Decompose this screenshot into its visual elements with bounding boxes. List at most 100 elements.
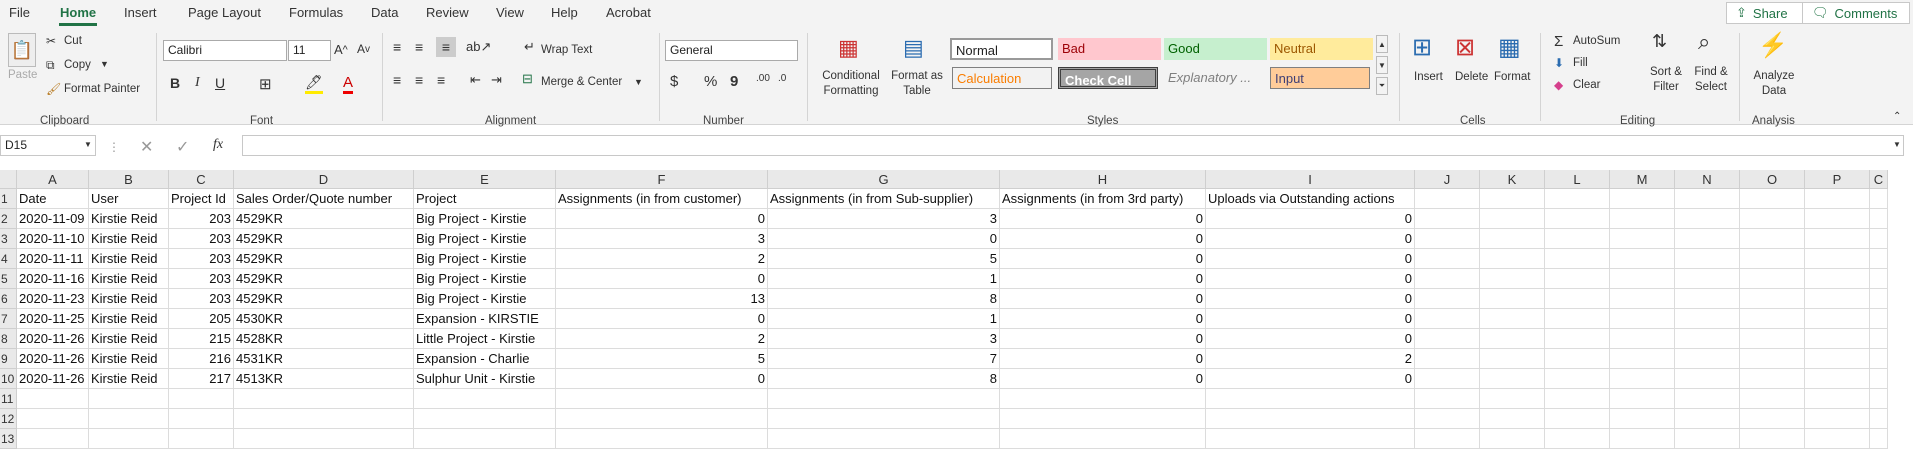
number-format-dropdown[interactable]: General (665, 40, 798, 61)
table-cell[interactable]: 0 (768, 229, 1000, 249)
table-cell[interactable]: 2020-11-26 (17, 349, 89, 369)
column-header[interactable]: F (556, 170, 768, 189)
empty-cell[interactable] (1870, 209, 1888, 229)
tab-review[interactable]: Review (426, 5, 469, 20)
empty-cell[interactable] (1545, 329, 1610, 349)
empty-cell[interactable] (1480, 209, 1545, 229)
paste-button[interactable]: Paste (8, 69, 37, 81)
empty-cell[interactable] (1545, 209, 1610, 229)
table-cell[interactable]: Big Project - Kirstie (414, 229, 556, 249)
empty-cell[interactable] (1610, 389, 1675, 409)
tab-home[interactable]: Home (60, 5, 96, 20)
table-cell[interactable]: 0 (1206, 369, 1415, 389)
table-cell[interactable]: 215 (169, 329, 234, 349)
empty-cell[interactable] (17, 409, 89, 429)
empty-cell[interactable] (1415, 189, 1480, 209)
font-name-dropdown[interactable]: Calibri (163, 40, 287, 61)
empty-cell[interactable] (1480, 249, 1545, 269)
table-cell[interactable]: 205 (169, 309, 234, 329)
select-all-corner[interactable] (0, 170, 17, 189)
table-cell[interactable]: 217 (169, 369, 234, 389)
table-cell[interactable]: 0 (1000, 209, 1206, 229)
empty-cell[interactable] (1480, 269, 1545, 289)
empty-cell[interactable] (556, 389, 768, 409)
empty-cell[interactable] (1545, 429, 1610, 449)
table-cell[interactable]: 4528KR (234, 329, 414, 349)
cancel-icon[interactable]: ✕ (140, 137, 153, 157)
empty-cell[interactable] (1675, 429, 1740, 449)
style-bad[interactable]: Bad (1058, 38, 1161, 60)
row-header[interactable]: 6 (0, 289, 17, 309)
empty-cell[interactable] (1545, 349, 1610, 369)
empty-cell[interactable] (1805, 369, 1870, 389)
format-button[interactable]: Format (1494, 71, 1530, 83)
empty-cell[interactable] (1480, 429, 1545, 449)
paste-icon[interactable]: 📋 (8, 33, 36, 67)
empty-cell[interactable] (1870, 189, 1888, 209)
decrease-indent-icon[interactable]: ⇤ (470, 72, 481, 88)
empty-cell[interactable] (234, 389, 414, 409)
bold-button[interactable]: B (170, 75, 180, 91)
empty-cell[interactable] (1675, 309, 1740, 329)
table-cell[interactable]: 4530KR (234, 309, 414, 329)
empty-cell[interactable] (234, 409, 414, 429)
table-cell[interactable]: 2 (556, 249, 768, 269)
column-header[interactable]: E (414, 170, 556, 189)
share-button[interactable]: ⇪ Share (1726, 2, 1809, 24)
table-cell[interactable]: Big Project - Kirstie (414, 289, 556, 309)
style-good[interactable]: Good (1164, 38, 1267, 60)
table-cell[interactable]: 3 (768, 329, 1000, 349)
empty-cell[interactable] (1870, 229, 1888, 249)
tab-formulas[interactable]: Formulas (289, 5, 343, 20)
empty-cell[interactable] (1610, 289, 1675, 309)
style-check-cell[interactable]: Check Cell (1058, 67, 1158, 89)
table-cell[interactable]: 0 (1000, 249, 1206, 269)
empty-cell[interactable] (1870, 389, 1888, 409)
column-header[interactable]: J (1415, 170, 1480, 189)
column-header[interactable]: G (768, 170, 1000, 189)
empty-cell[interactable] (1740, 329, 1805, 349)
table-cell[interactable]: 2 (556, 329, 768, 349)
row-header[interactable]: 7 (0, 309, 17, 329)
chevron-down-icon[interactable]: ▼ (1893, 140, 1901, 149)
name-box[interactable]: D15 (0, 135, 96, 156)
empty-cell[interactable] (1610, 189, 1675, 209)
column-header[interactable]: K (1480, 170, 1545, 189)
empty-cell[interactable] (1805, 309, 1870, 329)
empty-cell[interactable] (1480, 309, 1545, 329)
align-bottom-icon[interactable]: ≡ (436, 37, 456, 57)
analyze-data-button[interactable]: Analyze Data (1752, 69, 1796, 99)
table-cell[interactable]: 0 (1000, 269, 1206, 289)
row-header[interactable]: 11 (0, 389, 17, 409)
empty-cell[interactable] (1740, 269, 1805, 289)
table-cell[interactable]: Kirstie Reid (89, 329, 169, 349)
table-cell[interactable]: 5 (768, 249, 1000, 269)
empty-cell[interactable] (1740, 369, 1805, 389)
table-cell[interactable]: Expansion - KIRSTIE (414, 309, 556, 329)
empty-cell[interactable] (1740, 249, 1805, 269)
table-cell[interactable]: 5 (556, 349, 768, 369)
empty-cell[interactable] (1480, 329, 1545, 349)
table-cell[interactable]: 2020-11-23 (17, 289, 89, 309)
row-header[interactable]: 5 (0, 269, 17, 289)
empty-cell[interactable] (1870, 269, 1888, 289)
table-cell[interactable]: Little Project - Kirstie (414, 329, 556, 349)
empty-cell[interactable] (1740, 209, 1805, 229)
table-cell[interactable]: 203 (169, 289, 234, 309)
tab-acrobat[interactable]: Acrobat (606, 5, 651, 20)
empty-cell[interactable] (768, 389, 1000, 409)
empty-cell[interactable] (1805, 389, 1870, 409)
table-cell[interactable]: Kirstie Reid (89, 229, 169, 249)
table-cell[interactable]: Expansion - Charlie (414, 349, 556, 369)
empty-cell[interactable] (1675, 369, 1740, 389)
align-center-icon[interactable]: ≡ (415, 72, 423, 88)
table-cell[interactable]: 0 (1206, 209, 1415, 229)
table-cell[interactable]: 2020-11-26 (17, 369, 89, 389)
currency-icon[interactable]: $ (670, 73, 678, 90)
row-header[interactable]: 3 (0, 229, 17, 249)
fill-button[interactable]: Fill (1573, 57, 1588, 69)
tab-page-layout[interactable]: Page Layout (188, 5, 261, 20)
chevron-down-icon[interactable]: ▼ (84, 140, 92, 149)
tab-data[interactable]: Data (371, 5, 398, 20)
empty-cell[interactable] (1870, 289, 1888, 309)
